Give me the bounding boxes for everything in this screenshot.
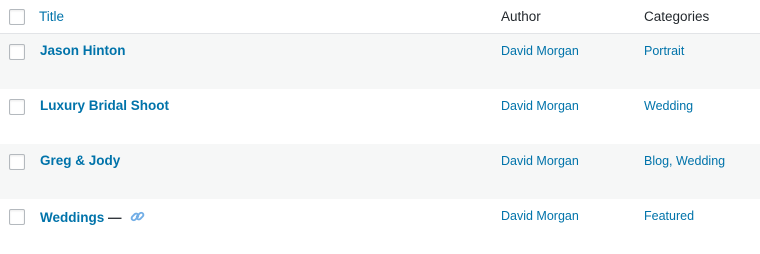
column-header-categories: Categories — [644, 9, 710, 24]
post-title-link[interactable]: Jason Hinton — [40, 43, 126, 58]
post-categories-cell: Portrait — [644, 44, 684, 58]
post-categories-cell: Wedding — [644, 99, 693, 113]
post-categories-cell: Featured — [644, 209, 694, 223]
table-row: Luxury Bridal Shoot David Morgan Wedding — [0, 89, 760, 144]
link-icon — [129, 208, 146, 228]
post-title-cell: Weddings — — [40, 208, 146, 228]
post-title-link[interactable]: Greg & Jody — [40, 153, 120, 168]
post-title-cell: Greg & Jody — [40, 153, 120, 168]
post-categories-cell: Blog, Wedding — [644, 154, 725, 168]
post-title-cell: Luxury Bridal Shoot — [40, 98, 169, 113]
row-checkbox[interactable] — [9, 99, 25, 115]
posts-table: Title Author Categories Jason Hinton Dav… — [0, 0, 760, 254]
post-title-link[interactable]: Luxury Bridal Shoot — [40, 98, 169, 113]
post-author-link[interactable]: David Morgan — [501, 99, 579, 113]
table-row: Weddings — David Morgan Featured — [0, 199, 760, 254]
category-link[interactable]: Wedding — [676, 154, 725, 168]
row-checkbox[interactable] — [9, 44, 25, 60]
post-title-link[interactable]: Weddings — [40, 210, 104, 225]
row-checkbox[interactable] — [9, 209, 25, 225]
category-separator: , — [669, 154, 676, 168]
category-link[interactable]: Blog — [644, 154, 669, 168]
category-link[interactable]: Wedding — [644, 99, 693, 113]
post-author-link[interactable]: David Morgan — [501, 154, 579, 168]
category-link[interactable]: Portrait — [644, 44, 684, 58]
table-row: Jason Hinton David Morgan Portrait — [0, 34, 760, 89]
select-all-checkbox[interactable] — [9, 9, 25, 25]
category-link[interactable]: Featured — [644, 209, 694, 223]
table-header: Title Author Categories — [0, 0, 760, 34]
row-checkbox[interactable] — [9, 154, 25, 170]
post-author-link[interactable]: David Morgan — [501, 44, 579, 58]
column-header-title[interactable]: Title — [39, 9, 64, 24]
column-header-author: Author — [501, 9, 541, 24]
post-title-cell: Jason Hinton — [40, 43, 126, 58]
post-format-dash: — — [104, 210, 126, 225]
post-author-link[interactable]: David Morgan — [501, 209, 579, 223]
table-row: Greg & Jody David Morgan Blog, Wedding — [0, 144, 760, 199]
